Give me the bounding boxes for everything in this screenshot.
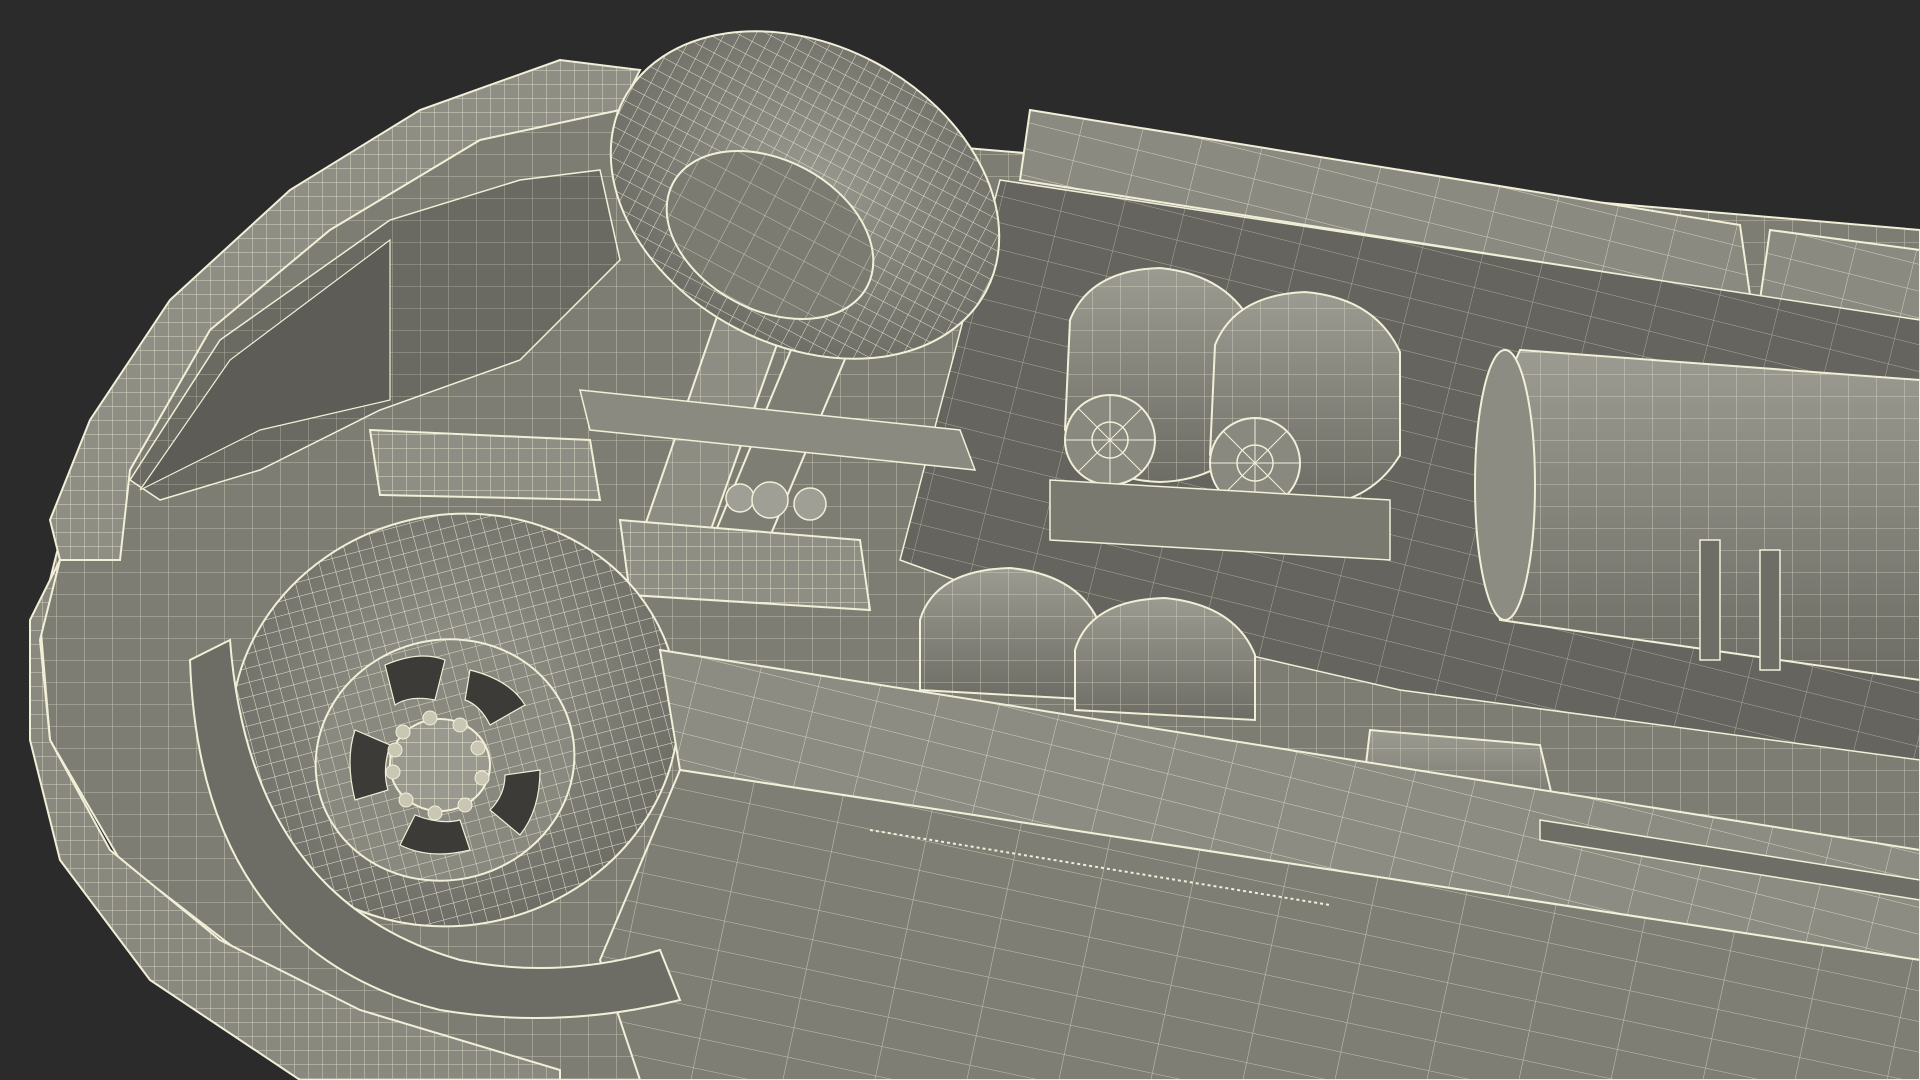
battery-pack-left [368, 428, 602, 502]
air-tank-upper-right [1208, 290, 1401, 509]
wireframe-render-canvas [0, 0, 1920, 1080]
